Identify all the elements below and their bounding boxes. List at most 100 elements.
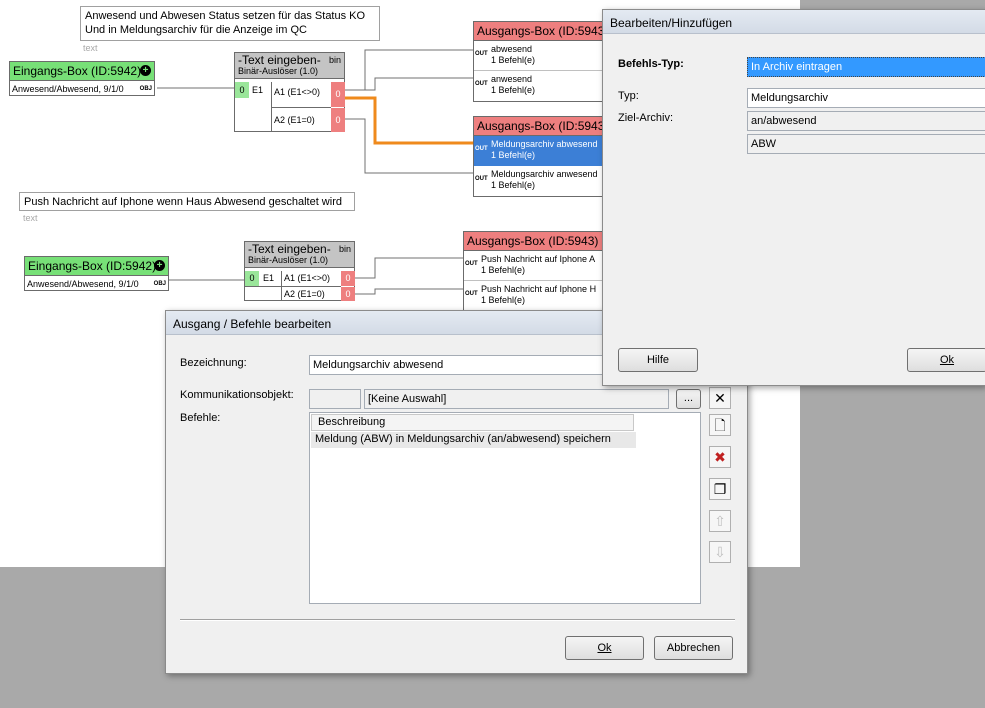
input-box-1-header: Eingangs-Box (ID:5942) + (10, 62, 154, 81)
input-box-2-label: Anwesend/Abwesend, 9/1/0 (27, 279, 139, 289)
close-x-icon[interactable]: ✕ (709, 387, 731, 409)
output-row[interactable]: OUT Push Nachricht auf Iphone A 1 Befehl… (464, 251, 612, 281)
output-a1-label[interactable]: A1 (E1<>0) (274, 87, 320, 97)
output-row-count: 1 Befehl(e) (491, 180, 536, 190)
output-row-count: 1 Befehl(e) (481, 295, 526, 305)
output-box-1[interactable]: Ausgangs-Box (ID:5943) OUT abwesend 1 Be… (473, 21, 613, 102)
output-row-count: 1 Befehl(e) (491, 85, 536, 95)
output-row-count: 1 Befehl(e) (481, 265, 526, 275)
arrow-up-icon[interactable]: ⇧ (709, 510, 731, 532)
binary-trigger-2-header: -Text eingeben- Binär-Auslöser (1.0) bin (245, 242, 354, 268)
hilfe-button[interactable]: Hilfe (618, 348, 698, 372)
table-row[interactable]: Meldung (ABW) in Meldungsarchiv (an/abwe… (311, 432, 636, 448)
output-a2-value: 0 (341, 287, 355, 301)
ziel-archiv-label: Ziel-Archiv: (618, 112, 674, 124)
kommunikationsobjekt-input[interactable]: [Keine Auswahl] (364, 389, 669, 409)
output-a2-value: 0 (331, 108, 345, 132)
copy-document-icon[interactable]: ❐ (709, 478, 731, 500)
output-box-2-title: Ausgangs-Box (ID:5943) (474, 117, 612, 136)
out-port[interactable]: OUT (465, 259, 478, 270)
bezeichnung-input[interactable]: Meldungsarchiv abwesend (309, 355, 609, 375)
befehls-typ-select[interactable]: In Archiv eintragen (747, 57, 985, 77)
out-port[interactable]: OUT (475, 144, 488, 155)
output-row[interactable]: OUT Meldungsarchiv anwesend 1 Befehl(e) (474, 166, 612, 196)
input-box-2[interactable]: Eingangs-Box (ID:5942) + Anwesend/Abwese… (24, 256, 169, 291)
befehle-label: Befehle: (180, 412, 221, 424)
input-box-1-row: Anwesend/Abwesend, 9/1/0 OBJ (10, 81, 154, 98)
table-header-beschreibung[interactable]: Beschreibung (311, 414, 634, 431)
delete-document-icon[interactable]: ✖ (709, 446, 731, 468)
output-row[interactable]: OUT abwesend 1 Befehl(e) (474, 41, 612, 71)
note-push-iphone[interactable]: Push Nachricht auf Iphone wenn Haus Abwe… (19, 192, 355, 211)
input-box-1[interactable]: Eingangs-Box (ID:5942) + Anwesend/Abwese… (9, 61, 155, 96)
browse-button[interactable]: ... (676, 389, 701, 409)
input-e1-label[interactable]: E1 (263, 271, 274, 286)
input-e1-value: 0 (235, 82, 249, 98)
input-box-1-title: Eingangs-Box (ID:5942) (13, 64, 142, 78)
output-box-1-title: Ausgangs-Box (ID:5943) (474, 22, 612, 41)
output-row-selected[interactable]: OUT Meldungsarchiv abwesend 1 Befehl(e) (474, 136, 612, 166)
output-row[interactable]: OUT Push Nachricht auf Iphone H 1 Befehl… (464, 281, 612, 311)
befehls-typ-label: Befehls-Typ: (618, 58, 684, 70)
bin-tag: bin (338, 244, 351, 254)
output-a1-label[interactable]: A1 (E1<>0) (284, 273, 330, 283)
out-port[interactable]: OUT (465, 289, 478, 300)
output-a1-value: 0 (341, 271, 355, 286)
dialog-bearbeiten-hinzufuegen[interactable]: Bearbeiten/Hinzufügen Befehls-Typ: In Ar… (602, 9, 985, 386)
output-box-3[interactable]: Ausgangs-Box (ID:5943) OUT Push Nachrich… (463, 231, 613, 312)
output-row-count: 1 Befehl(e) (491, 150, 536, 160)
out-port[interactable]: OUT (475, 174, 488, 185)
bin-tag: bin (328, 55, 341, 65)
output-row-name: anwesend (491, 74, 533, 84)
dialog-divider (180, 619, 735, 621)
binary-trigger-1-title: -Text eingeben- (238, 53, 321, 67)
input-e1-label[interactable]: E1 (252, 82, 263, 98)
typ-label: Typ: (618, 90, 639, 102)
input-box-2-header: Eingangs-Box (ID:5942) + (25, 257, 168, 276)
output-row-name: Push Nachricht auf Iphone H (481, 284, 597, 294)
new-document-icon[interactable]: 🗋 (709, 414, 731, 436)
binary-trigger-box-2[interactable]: -Text eingeben- Binär-Auslöser (1.0) bin… (244, 241, 355, 301)
note-status-ko-caption: text (83, 43, 98, 53)
binary-trigger-2-subtitle: Binär-Auslöser (1.0) (248, 255, 329, 265)
input-box-2-title: Eingangs-Box (ID:5942) (28, 259, 157, 273)
obj-port[interactable]: OBJ (154, 279, 166, 290)
arrow-down-icon[interactable]: ⇩ (709, 541, 731, 563)
output-row-name: abwesend (491, 44, 533, 54)
befehle-table[interactable]: Beschreibung Meldung (ABW) in Meldungsar… (309, 412, 701, 604)
note-push-iphone-caption: text (23, 213, 38, 223)
note-status-ko[interactable]: Anwesend und Abwesen Status setzen für d… (80, 6, 380, 41)
typ-select[interactable]: Meldungsarchiv (747, 88, 985, 108)
kommunikationsobjekt-id-input[interactable] (309, 389, 361, 409)
binary-trigger-1-header: -Text eingeben- Binär-Auslöser (1.0) bin (235, 53, 344, 79)
binary-trigger-2-title: -Text eingeben- (248, 242, 331, 256)
output-box-3-title: Ausgangs-Box (ID:5943) (464, 232, 612, 251)
expand-plus-icon[interactable]: + (140, 65, 151, 76)
output-row-name: Push Nachricht auf Iphone A (481, 254, 596, 264)
ok-button-bearbeiten[interactable]: Ok (907, 348, 985, 372)
output-row-name: Meldungsarchiv abwesend (491, 139, 598, 149)
out-port[interactable]: OUT (475, 49, 488, 60)
meldung-text-input[interactable]: ABW (747, 134, 985, 154)
output-row-count: 1 Befehl(e) (491, 55, 536, 65)
output-row-name: Meldungsarchiv anwesend (491, 169, 598, 179)
dialog-bearbeiten-titlebar[interactable]: Bearbeiten/Hinzufügen (603, 10, 985, 34)
out-port[interactable]: OUT (475, 79, 488, 90)
ziel-archiv-select[interactable]: an/abwesend (747, 111, 985, 131)
abbrechen-button[interactable]: Abbrechen (654, 636, 733, 660)
bezeichnung-label: Bezeichnung: (180, 357, 247, 369)
output-a2-label[interactable]: A2 (E1=0) (284, 289, 325, 299)
input-e1-value: 0 (245, 271, 259, 286)
input-box-2-row: Anwesend/Abwesend, 9/1/0 OBJ (25, 276, 168, 293)
output-a1-value: 0 (331, 82, 345, 107)
output-a2-label[interactable]: A2 (E1=0) (274, 115, 315, 125)
expand-plus-icon[interactable]: + (154, 260, 165, 271)
output-box-2[interactable]: Ausgangs-Box (ID:5943) OUT Meldungsarchi… (473, 116, 613, 197)
binary-trigger-box-1[interactable]: -Text eingeben- Binär-Auslöser (1.0) bin… (234, 52, 345, 132)
kommunikationsobjekt-label: Kommunikationsobjekt: (180, 389, 294, 401)
obj-port[interactable]: OBJ (140, 84, 152, 95)
input-box-1-label: Anwesend/Abwesend, 9/1/0 (12, 84, 124, 94)
ok-button[interactable]: Ok (565, 636, 644, 660)
binary-trigger-1-subtitle: Binär-Auslöser (1.0) (238, 66, 319, 76)
output-row[interactable]: OUT anwesend 1 Befehl(e) (474, 71, 612, 101)
